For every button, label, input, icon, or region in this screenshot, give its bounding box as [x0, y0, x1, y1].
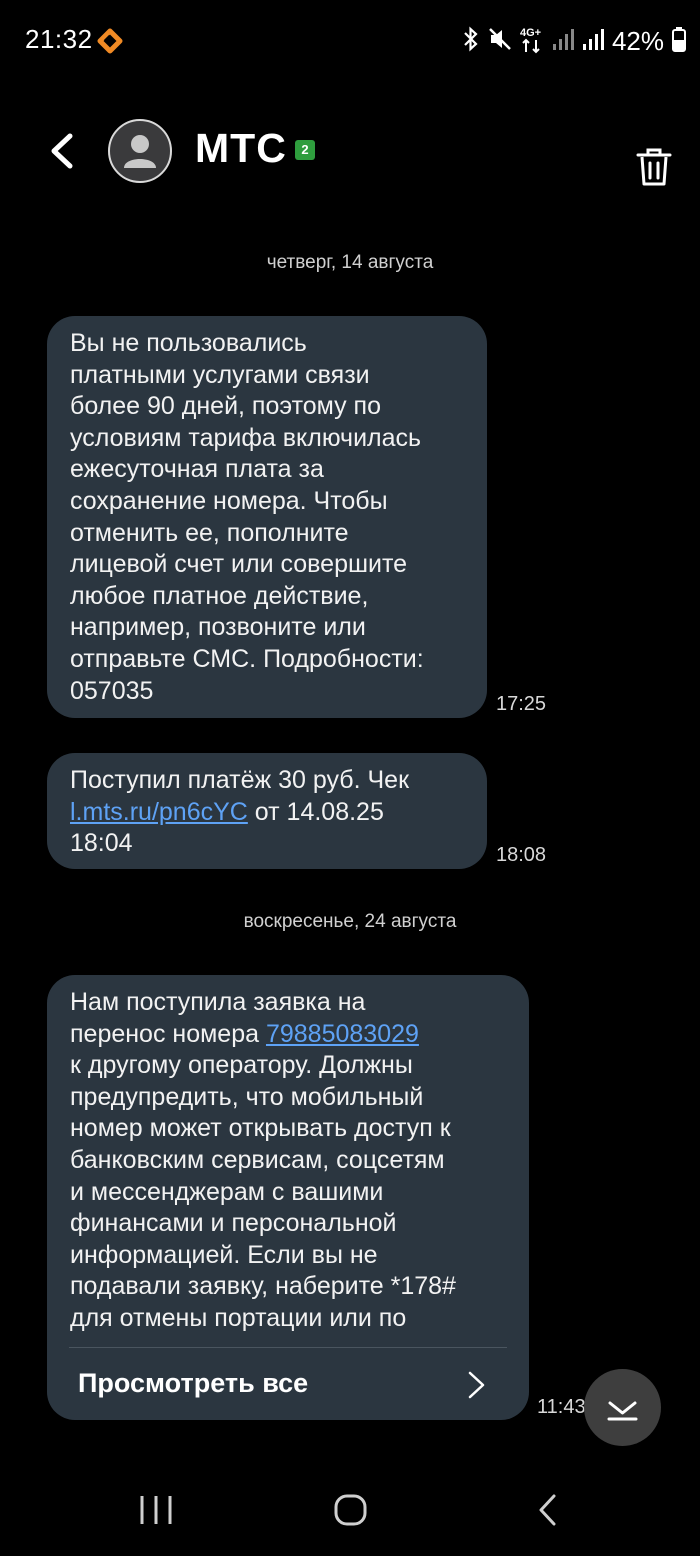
recent-apps-icon — [140, 1496, 172, 1524]
contact-name[interactable]: МТС — [195, 125, 287, 172]
scroll-down-icon — [607, 1401, 638, 1421]
network-4g-icon: 4G+ — [520, 24, 544, 59]
date-separator: воскресенье, 24 августа — [243, 911, 457, 932]
bluetooth-icon — [462, 26, 480, 57]
back-button[interactable] — [40, 126, 86, 176]
chevron-right-icon — [468, 1371, 485, 1398]
status-bar: 21:32 4G+ 42% — [0, 0, 700, 80]
message-text: Нам поступила заявка на перенос номера 7… — [70, 988, 456, 1332]
message-time: 17:25 — [496, 693, 547, 715]
recent-apps-button[interactable] — [126, 1490, 186, 1530]
view-all-label: Просмотреть все — [78, 1367, 309, 1398]
home-button[interactable] — [320, 1490, 380, 1530]
system-back-button[interactable] — [518, 1490, 578, 1530]
back-icon — [539, 1494, 556, 1526]
date-separator: четверг, 14 августа — [266, 252, 434, 273]
network-label: 4G+ — [520, 27, 541, 39]
signal-icon — [552, 26, 574, 57]
mute-icon — [488, 26, 512, 57]
status-time: 21:32 — [25, 24, 93, 54]
battery-percent: 42% — [611, 25, 664, 56]
contact-avatar[interactable] — [108, 119, 172, 183]
message-link[interactable]: l.mts.ru/pn6cYC — [70, 798, 248, 826]
view-all-button[interactable]: Просмотреть все — [70, 1348, 506, 1420]
signal-icon — [582, 26, 604, 57]
conversation-header: МТС 2 — [0, 100, 700, 200]
trash-icon — [636, 148, 672, 186]
message-text: Поступил платёж 30 руб. Чек l.mts.ru/pn6c… — [70, 766, 410, 858]
home-icon — [334, 1494, 367, 1526]
sim-badge: 2 — [295, 140, 315, 160]
message-bubble[interactable]: Вы не пользовались платными услугами свя… — [47, 316, 487, 718]
back-arrow-icon — [51, 133, 73, 169]
system-navigation-bar — [0, 1460, 700, 1556]
message-bubble[interactable]: Нам поступила заявка на перенос номера 7… — [47, 975, 529, 1420]
delete-conversation-button[interactable] — [634, 146, 674, 188]
message-text: Вы не пользовались платными услугами свя… — [70, 329, 424, 705]
phone-number-link[interactable]: 79885083029 — [266, 1020, 419, 1048]
message-bubble[interactable]: Поступил платёж 30 руб. Чек l.mts.ru/pn6c… — [47, 753, 487, 869]
battery-icon — [672, 26, 686, 57]
avatar-person-icon — [124, 135, 156, 168]
app-notification-icon — [96, 27, 124, 55]
message-time: 11:43 — [537, 1396, 586, 1418]
message-time: 18:08 — [496, 844, 547, 866]
scroll-to-bottom-button[interactable] — [584, 1369, 661, 1446]
status-icons: 4G+ 42% — [462, 24, 686, 58]
